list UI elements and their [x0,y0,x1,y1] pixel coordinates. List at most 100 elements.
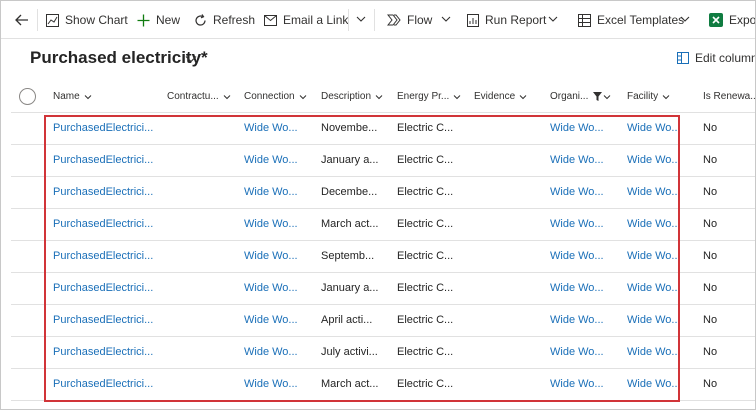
column-header-evidence[interactable]: Evidence [474,91,527,102]
table-row[interactable]: PurchasedElectrici... Wide Wo... April a… [11,305,755,337]
energy-provider-cell: Electric C... [397,346,454,358]
facility-link[interactable]: Wide Wo... [627,314,681,326]
energy-provider-cell: Electric C... [397,282,454,294]
table-row[interactable]: PurchasedElectrici... Wide Wo... Novembe… [11,113,755,145]
back-arrow-icon[interactable] [13,11,31,29]
organization-link[interactable]: Wide Wo... [550,154,604,166]
organization-link[interactable]: Wide Wo... [550,218,604,230]
grid-header: Name Contractu... Connection Description… [11,81,755,113]
name-link[interactable]: PurchasedElectrici... [53,218,153,230]
column-header-label: Organi... [550,91,589,102]
description-cell: Septemb... [321,250,375,262]
run-report-button[interactable]: Run Report [467,12,546,28]
is-renewable-cell: No [703,314,718,326]
table-row[interactable]: PurchasedElectrici... Wide Wo... January… [11,273,755,305]
table-row[interactable]: PurchasedElectrici... Wide Wo... January… [11,145,755,177]
organization-link[interactable]: Wide Wo... [550,282,604,294]
name-link[interactable]: PurchasedElectrici... [53,250,153,262]
column-header-label: Contractu... [167,91,219,102]
facility-link[interactable]: Wide Wo... [627,154,681,166]
connection-link[interactable]: Wide Wo... [244,314,298,326]
column-header-label: Evidence [474,91,516,102]
flow-button[interactable]: Flow [387,12,432,28]
column-header-label: Facility [627,91,659,102]
connection-link[interactable]: Wide Wo... [244,218,298,230]
table-row[interactable]: PurchasedElectrici... Wide Wo... Decembe… [11,177,755,209]
facility-link[interactable]: Wide Wo... [627,122,681,134]
chevron-down-icon[interactable] [441,14,451,24]
organization-link[interactable]: Wide Wo... [550,346,604,358]
organization-link[interactable]: Wide Wo... [550,250,604,262]
view-title[interactable]: Purchased electricity* [30,48,208,68]
column-header-energy-provider[interactable]: Energy Pr... [397,91,461,102]
table-row[interactable]: PurchasedElectrici... Wide Wo... March a… [11,369,755,401]
energy-provider-cell: Electric C... [397,314,454,326]
toolbar-divider [348,9,349,31]
excel-template-icon [578,13,591,27]
new-label: New [156,13,181,27]
chevron-down-icon[interactable] [548,14,558,24]
chevron-down-icon [662,94,670,99]
energy-provider-cell: Electric C... [397,122,454,134]
name-link[interactable]: PurchasedElectrici... [53,186,153,198]
energy-provider-cell: Electric C... [397,154,454,166]
edit-columns-button[interactable]: Edit columns [677,51,755,65]
facility-link[interactable]: Wide Wo... [627,346,681,358]
name-link[interactable]: PurchasedElectrici... [53,314,153,326]
connection-link[interactable]: Wide Wo... [244,250,298,262]
is-renewable-cell: No [703,218,718,230]
email-link-button[interactable]: Email a Link [264,12,348,28]
name-link[interactable]: PurchasedElectrici... [53,282,153,294]
report-icon [467,13,479,27]
facility-link[interactable]: Wide Wo... [627,186,681,198]
column-header-is-renewable[interactable]: Is Renewa... [703,91,755,102]
refresh-button[interactable]: Refresh [194,12,255,28]
organization-link[interactable]: Wide Wo... [550,314,604,326]
connection-link[interactable]: Wide Wo... [244,378,298,390]
chevron-down-icon [84,94,92,99]
facility-link[interactable]: Wide Wo... [627,282,681,294]
is-renewable-cell: No [703,346,718,358]
chart-icon [46,13,59,27]
view-selector-chevron-icon[interactable] [185,54,197,64]
column-header-organization[interactable]: Organi... [550,91,611,102]
column-header-facility[interactable]: Facility [627,91,670,102]
name-link[interactable]: PurchasedElectrici... [53,122,153,134]
excel-templates-button[interactable]: Excel Templates [578,12,684,28]
new-button[interactable]: New [137,12,180,28]
name-link[interactable]: PurchasedElectrici... [53,378,153,390]
description-cell: January a... [321,282,379,294]
organization-link[interactable]: Wide Wo... [550,122,604,134]
export-button[interactable]: Expo [709,12,756,28]
column-header-connection[interactable]: Connection [244,91,307,102]
connection-link[interactable]: Wide Wo... [244,154,298,166]
name-link[interactable]: PurchasedElectrici... [53,346,153,358]
email-icon [264,14,277,26]
column-header-label: Description [321,91,372,102]
connection-link[interactable]: Wide Wo... [244,346,298,358]
energy-provider-cell: Electric C... [397,218,454,230]
organization-link[interactable]: Wide Wo... [550,378,604,390]
column-header-name[interactable]: Name [53,91,92,102]
facility-link[interactable]: Wide Wo... [627,250,681,262]
select-all-checkbox[interactable] [19,88,36,105]
chevron-down-icon[interactable] [356,14,366,24]
table-row[interactable]: PurchasedElectrici... Wide Wo... March a… [11,209,755,241]
chevron-down-icon[interactable] [680,14,690,24]
table-row[interactable]: PurchasedElectrici... Wide Wo... Septemb… [11,241,755,273]
name-link[interactable]: PurchasedElectrici... [53,154,153,166]
connection-link[interactable]: Wide Wo... [244,186,298,198]
energy-provider-cell: Electric C... [397,378,454,390]
connection-link[interactable]: Wide Wo... [244,282,298,294]
facility-link[interactable]: Wide Wo... [627,218,681,230]
edit-columns-label: Edit columns [695,51,755,65]
facility-link[interactable]: Wide Wo... [627,378,681,390]
organization-link[interactable]: Wide Wo... [550,186,604,198]
show-chart-button[interactable]: Show Chart [46,12,128,28]
column-header-description[interactable]: Description [321,91,383,102]
column-header-label: Connection [244,91,295,102]
table-row[interactable]: PurchasedElectrici... Wide Wo... July ac… [11,337,755,369]
export-label: Expo [729,13,756,27]
connection-link[interactable]: Wide Wo... [244,122,298,134]
column-header-contractual[interactable]: Contractu... [167,91,231,102]
